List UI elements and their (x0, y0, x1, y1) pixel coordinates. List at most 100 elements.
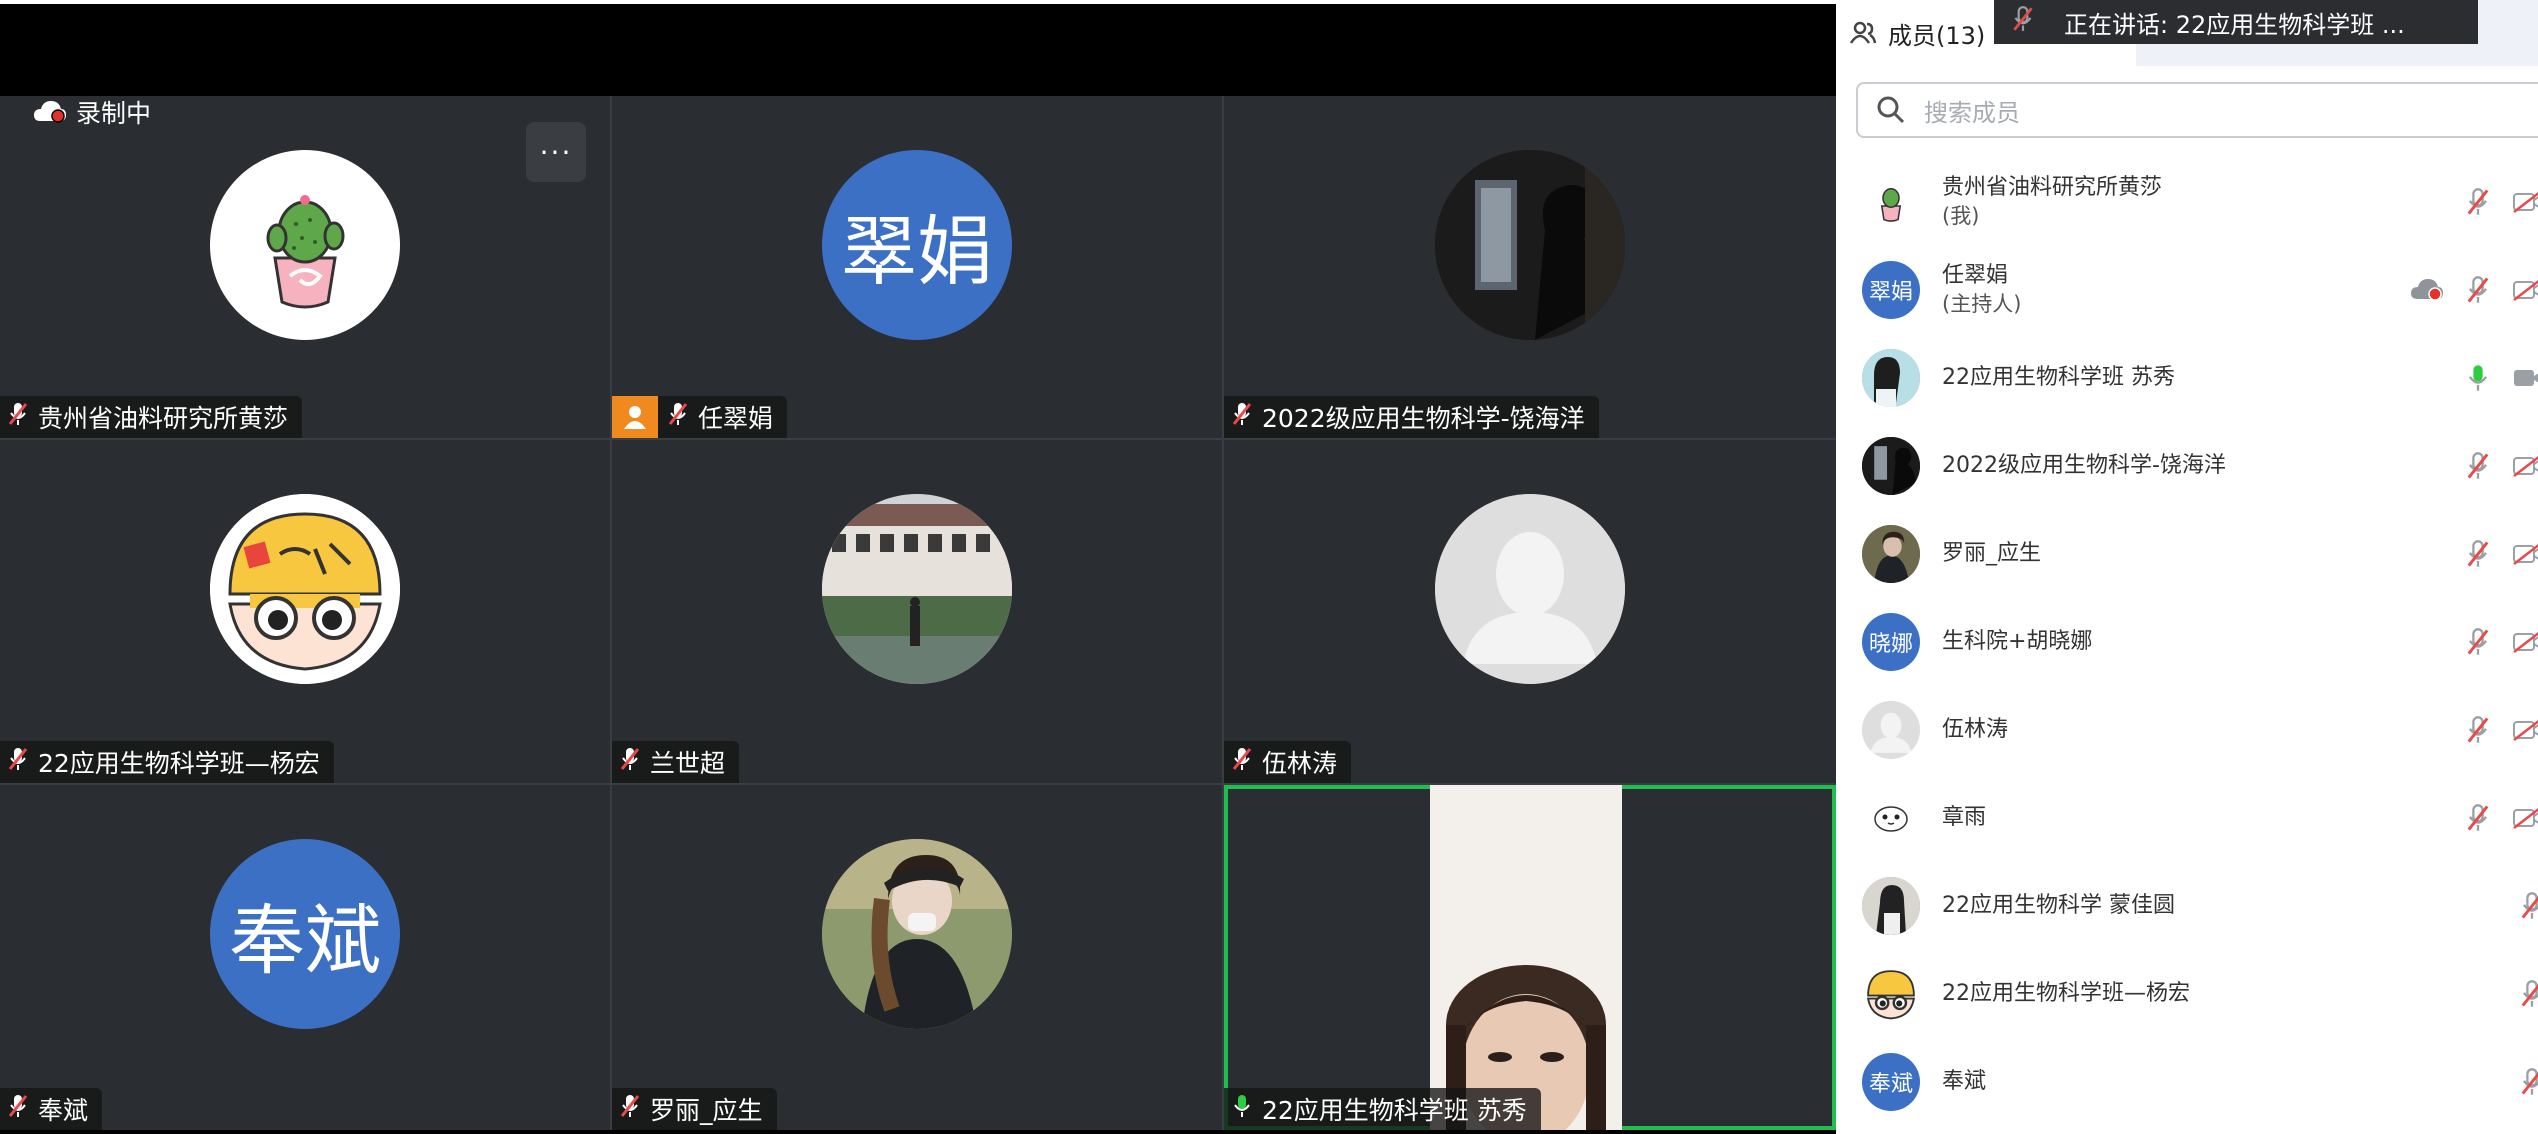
search-placeholder: 搜索成员 (1924, 98, 2020, 127)
participant-name: 贵州省油料研究所黄莎 (38, 404, 289, 433)
mic-muted-icon[interactable] (2520, 1067, 2538, 1097)
member-name: 章雨 (1942, 805, 1987, 830)
participant-name: 2022级应用生物科学-饶海洋 (1262, 404, 1585, 433)
member-avatar: 奉斌 (1862, 1053, 1920, 1111)
video-area: 贵州省油料研究所黄莎 翠娟 任翠娟 2022级应用生物科学-饶海洋 22应用生物… (0, 0, 1836, 1134)
members-panel: 成员(13) 搜索成员 贵州省油料研究所黄莎 (我) 翠娟 任翠娟 (主持人) … (1836, 0, 2538, 1134)
video-off-icon[interactable] (2512, 454, 2538, 478)
video-tile[interactable]: 2022级应用生物科学-饶海洋 (1224, 96, 1836, 438)
mic-muted-icon[interactable] (2466, 451, 2490, 481)
mic-muted-icon (8, 401, 28, 433)
member-status-icons (2444, 510, 2538, 598)
top-bar (0, 0, 1836, 96)
mic-muted-icon (620, 746, 640, 778)
search-members-input[interactable]: 搜索成员 (1856, 82, 2538, 138)
cloud-recording-icon (2410, 277, 2444, 303)
video-tile[interactable]: 22应用生物科学班—杨宏 (0, 440, 610, 783)
member-row[interactable]: 晓娜 生科院+胡晓娜 (1836, 598, 2538, 686)
member-name: 奉斌 (1942, 1069, 1987, 1094)
member-avatar (1862, 437, 1920, 495)
participant-name: 任翠娟 (698, 404, 774, 433)
person-photo-icon (1862, 525, 1920, 583)
member-name-block: 22应用生物科学班—杨宏 (1942, 980, 2190, 1008)
member-status-icons (2444, 686, 2538, 774)
default-user-icon (1862, 701, 1920, 759)
silhouette-photo-icon (1435, 150, 1625, 340)
member-name-block: 22应用生物科学 蒙佳圆 (1942, 892, 2175, 920)
mic-active-icon[interactable] (2466, 363, 2490, 393)
member-row[interactable]: 22应用生物科学班—杨宏 (1836, 950, 2538, 1038)
member-name: 任翠娟 (1942, 263, 2009, 288)
participant-nameplate: 奉斌 (0, 1088, 103, 1130)
video-off-icon[interactable] (2512, 190, 2538, 214)
member-avatar: 翠娟 (1862, 261, 1920, 319)
avatar (1435, 150, 1625, 340)
mic-muted-icon (8, 746, 28, 778)
member-status-icons (2444, 158, 2538, 246)
member-name: 生科院+胡晓娜 (1942, 629, 2093, 654)
member-row[interactable]: 伍林涛 (1836, 686, 2538, 774)
member-row[interactable]: 22应用生物科学班 苏秀 (1836, 334, 2538, 422)
mic-muted-icon[interactable] (2520, 979, 2538, 1009)
video-tile[interactable]: 罗丽_应生 (612, 785, 1222, 1130)
member-row[interactable]: 翠娟 任翠娟 (主持人) (1836, 246, 2538, 334)
member-status-icons (2444, 598, 2538, 686)
video-tile[interactable]: 奉斌 奉斌 (0, 785, 610, 1130)
member-name: 22应用生物科学班 苏秀 (1942, 365, 2175, 390)
member-status-icons (2498, 950, 2538, 1038)
member-name-block: 奉斌 (1942, 1068, 1986, 1096)
participant-nameplate: 贵州省油料研究所黄莎 (0, 396, 303, 438)
person-photo-icon (822, 839, 1012, 1029)
video-tile[interactable]: 贵州省油料研究所黄莎 (0, 96, 610, 438)
member-row[interactable]: 22应用生物科学 蒙佳圆 (1836, 862, 2538, 950)
more-options-button[interactable]: ··· (526, 122, 586, 182)
video-tile[interactable]: 兰世超 (612, 440, 1222, 783)
member-name-block: 罗丽_应生 (1942, 540, 2041, 568)
cartoon-avatar-icon (1862, 965, 1920, 1023)
member-avatar (1862, 965, 1920, 1023)
avatar (1435, 494, 1625, 684)
speaking-banner: 正在讲话: 22应用生物科学班 ... (1994, 0, 2478, 44)
member-status-icons (2444, 334, 2538, 422)
mic-muted-icon[interactable] (2520, 891, 2538, 921)
member-role: (我) (1942, 204, 1980, 228)
video-on-icon[interactable] (2512, 366, 2538, 390)
member-name-block: 2022级应用生物科学-饶海洋 (1942, 452, 2226, 480)
video-tile[interactable]: 翠娟 任翠娟 (612, 96, 1222, 438)
mic-muted-icon[interactable] (2466, 803, 2490, 833)
participant-nameplate: 任翠娟 (612, 396, 788, 438)
video-off-icon[interactable] (2512, 630, 2538, 654)
participant-name: 22应用生物科学班 苏秀 (1262, 1096, 1527, 1125)
member-name: 2022级应用生物科学-饶海洋 (1942, 453, 2226, 478)
member-row[interactable]: 奉斌 奉斌 (1836, 1038, 2538, 1126)
mic-muted-icon (620, 1093, 640, 1125)
mic-muted-icon[interactable] (2466, 187, 2490, 217)
participant-nameplate: 22应用生物科学班—杨宏 (0, 741, 334, 783)
mic-muted-icon[interactable] (2466, 715, 2490, 745)
video-tile-active-speaker[interactable]: 22应用生物科学班 苏秀 (1224, 785, 1836, 1130)
mic-muted-icon[interactable] (2466, 627, 2490, 657)
video-tile[interactable]: 伍林涛 (1224, 440, 1836, 783)
member-row[interactable]: 罗丽_应生 (1836, 510, 2538, 598)
member-row[interactable]: 贵州省油料研究所黄莎 (我) (1836, 158, 2538, 246)
video-off-icon[interactable] (2512, 718, 2538, 742)
video-off-icon[interactable] (2512, 278, 2538, 302)
avatar-text: 翠娟 (1868, 280, 1913, 305)
member-avatar: 晓娜 (1862, 613, 1920, 671)
member-row[interactable]: 章雨 (1836, 774, 2538, 862)
member-name-block: 生科院+胡晓娜 (1942, 628, 2092, 656)
cloud-recording-icon (34, 101, 66, 123)
video-off-icon[interactable] (2512, 806, 2538, 830)
avatar-text: 晓娜 (1868, 632, 1913, 657)
member-name-block: 贵州省油料研究所黄莎 (我) (1942, 174, 2162, 230)
member-avatar (1862, 173, 1920, 231)
member-name: 贵州省油料研究所黄莎 (1942, 175, 2163, 200)
member-name: 22应用生物科学班—杨宏 (1942, 981, 2190, 1006)
member-name-block: 伍林涛 (1942, 716, 2008, 744)
member-row[interactable]: 2022级应用生物科学-饶海洋 (1836, 422, 2538, 510)
person-photo-icon (1862, 349, 1920, 407)
video-off-icon[interactable] (2512, 542, 2538, 566)
mic-muted-icon[interactable] (2466, 539, 2490, 569)
member-status-icons (2444, 774, 2538, 862)
mic-muted-icon[interactable] (2466, 275, 2490, 305)
